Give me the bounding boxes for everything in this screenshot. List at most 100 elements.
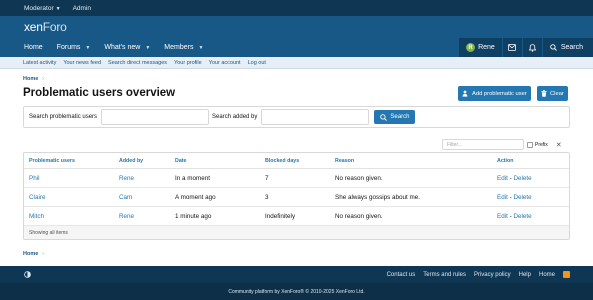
delete-link[interactable]: Delete xyxy=(513,175,531,182)
subnav-latest-activity[interactable]: Latest activity xyxy=(23,60,56,66)
nav-tab-members[interactable]: Members ▼ xyxy=(157,38,210,57)
copyright: Community platform by XenForo® © 2010-20… xyxy=(0,283,593,300)
nav-tab-home[interactable]: Home xyxy=(0,38,50,57)
table-header: Problematic users Added by Date Blocked … xyxy=(24,153,569,169)
search-added-by-label: Search added by xyxy=(212,114,258,120)
date-cell: 1 minute ago xyxy=(175,212,212,220)
search-icon xyxy=(550,44,557,51)
account-menu[interactable]: R Rene xyxy=(459,38,502,57)
column-header-action: Action xyxy=(497,157,514,164)
rss-icon[interactable] xyxy=(563,271,570,278)
staff-bar: Moderator ▼ Admin xyxy=(0,0,593,16)
subnav-your-account[interactable]: Your account xyxy=(209,60,241,66)
add-problematic-user-button[interactable]: Add problematic user xyxy=(458,86,531,101)
problematic-users-table: Problematic users Added by Date Blocked … xyxy=(23,152,570,240)
blocked-days-cell: Indefinitely xyxy=(265,212,296,220)
search-submit-button[interactable]: Search xyxy=(374,110,416,124)
user-link[interactable]: Mitch xyxy=(29,213,44,220)
site-header: xenForo xyxy=(0,16,593,38)
theme-toggle-icon xyxy=(24,271,31,278)
edit-link[interactable]: Edit xyxy=(497,194,508,201)
column-header-reason[interactable]: Reason xyxy=(335,158,354,164)
column-header-added-by[interactable]: Added by xyxy=(119,158,143,164)
table-footer: Showing all items xyxy=(24,226,569,239)
table-row: Phil Rene In a moment 7 No reason given.… xyxy=(24,169,569,188)
breadcrumb-home[interactable]: Home xyxy=(23,76,38,82)
main-nav: Home Forums ▼ What's new ▼ Members ▼ R Rene… xyxy=(0,38,593,57)
prefix-option[interactable]: Prefix xyxy=(527,141,548,148)
breadcrumb: Home › xyxy=(23,76,44,82)
clear-button[interactable]: Clear xyxy=(537,86,568,101)
search-users-label: Search problematic users xyxy=(29,114,98,120)
action-cell: Edit - Delete xyxy=(497,174,532,182)
caret-down-icon: ▼ xyxy=(55,5,61,12)
footer-privacy-link[interactable]: Privacy policy xyxy=(474,272,511,278)
search-icon xyxy=(380,113,388,121)
account-username: Rene xyxy=(478,44,495,51)
bell-icon xyxy=(528,43,536,52)
footer-contact-link[interactable]: Contact us xyxy=(387,272,416,278)
subnav-log-out[interactable]: Log out xyxy=(248,60,266,66)
blocked-days-cell: 3 xyxy=(265,193,269,201)
reason-cell: No reason given. xyxy=(335,212,383,220)
column-header-date[interactable]: Date xyxy=(175,158,186,164)
envelope-icon xyxy=(508,44,517,51)
nav-tab-whats-new[interactable]: What's new ▼ xyxy=(97,38,157,57)
action-cell: Edit - Delete xyxy=(497,193,532,201)
moderator-menu[interactable]: Moderator ▼ xyxy=(24,5,61,12)
chevron-right-icon: › xyxy=(42,251,44,257)
breadcrumb-bottom: Home › xyxy=(23,251,44,257)
search-form: Search problematic users Search added by… xyxy=(23,106,570,128)
reason-cell: No reason given. xyxy=(335,174,383,182)
table-row: Claire Cam A moment ago 3 She always gos… xyxy=(24,188,569,207)
delete-link[interactable]: Delete xyxy=(513,213,531,220)
action-cell: Edit - Delete xyxy=(497,212,532,220)
alerts-button[interactable] xyxy=(522,38,542,57)
breadcrumb-home[interactable]: Home xyxy=(23,251,38,257)
admin-link[interactable]: Admin xyxy=(73,5,91,12)
user-plus-icon xyxy=(462,90,468,97)
date-cell: A moment ago xyxy=(175,193,216,201)
user-link[interactable]: Claire xyxy=(29,194,45,201)
filter-input[interactable]: Filter... xyxy=(442,139,524,150)
nav-tab-forums[interactable]: Forums ▼ xyxy=(50,38,98,57)
chevron-down-icon[interactable]: ▼ xyxy=(145,45,150,51)
column-header-users[interactable]: Problematic users xyxy=(29,158,75,164)
footer-help-link[interactable]: Help xyxy=(519,272,531,278)
filter-bar: Filter... Prefix ✕ xyxy=(442,139,570,150)
column-header-blocked-days[interactable]: Blocked days xyxy=(265,158,299,164)
avatar: R xyxy=(466,43,476,52)
user-link[interactable]: Phil xyxy=(29,175,40,182)
edit-link[interactable]: Edit xyxy=(497,175,508,182)
chevron-down-icon[interactable]: ▼ xyxy=(198,45,203,51)
blocked-days-cell: 7 xyxy=(265,174,269,182)
trash-icon xyxy=(541,90,547,97)
subnav-news-feed[interactable]: Your news feed xyxy=(63,60,101,66)
added-by-link[interactable]: Rene xyxy=(119,213,134,220)
site-logo[interactable]: xenForo xyxy=(24,20,67,34)
date-cell: In a moment xyxy=(175,174,210,182)
delete-link[interactable]: Delete xyxy=(513,194,531,201)
added-by-link[interactable]: Rene xyxy=(119,175,134,182)
search-added-by-input[interactable] xyxy=(261,109,370,125)
subnav-your-profile[interactable]: Your profile xyxy=(174,60,202,66)
footer-links: Contact us Terms and rules Privacy polic… xyxy=(387,266,570,283)
prefix-checkbox[interactable] xyxy=(527,141,533,148)
style-chooser-button[interactable] xyxy=(24,271,31,280)
search-button[interactable]: Search xyxy=(542,38,593,57)
reason-cell: She always gossips about me. xyxy=(335,193,421,201)
close-icon[interactable]: ✕ xyxy=(556,141,562,149)
chevron-right-icon: › xyxy=(42,76,44,82)
chevron-down-icon[interactable]: ▼ xyxy=(85,45,90,51)
added-by-link[interactable]: Cam xyxy=(119,194,132,201)
footer-terms-link[interactable]: Terms and rules xyxy=(423,272,466,278)
inbox-button[interactable] xyxy=(502,38,522,57)
table-row: Mitch Rene 1 minute ago Indefinitely No … xyxy=(24,207,569,226)
page-title: Problematic users overview xyxy=(23,87,176,99)
edit-link[interactable]: Edit xyxy=(497,213,508,220)
sub-nav: Latest activity Your news feed Search di… xyxy=(0,57,593,69)
subnav-search-direct-messages[interactable]: Search direct messages xyxy=(108,60,167,66)
footer-home-link[interactable]: Home xyxy=(539,272,555,278)
search-users-input[interactable] xyxy=(101,109,210,125)
nav-account-area: R Rene Search xyxy=(459,38,593,57)
